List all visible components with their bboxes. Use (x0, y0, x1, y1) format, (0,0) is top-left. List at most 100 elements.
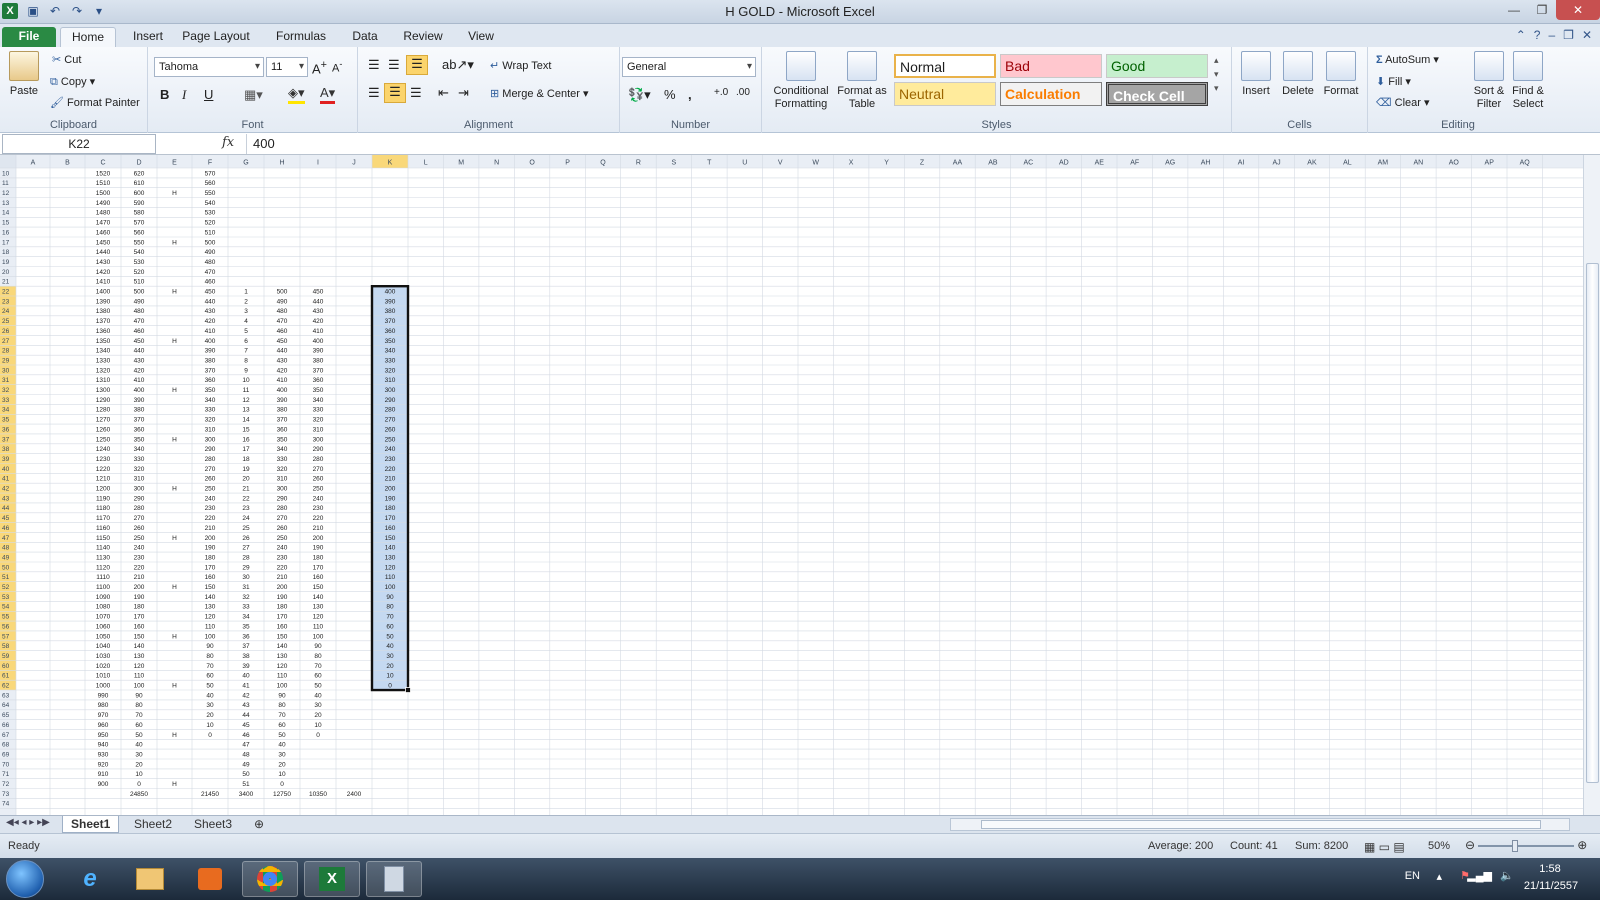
network-icon[interactable]: ▂▄▆ (1467, 869, 1492, 882)
cell-k32[interactable]: 300 (385, 387, 396, 394)
cell-k41[interactable]: 210 (385, 476, 396, 483)
cell-i61[interactable]: 60 (314, 673, 322, 680)
cell-f55[interactable]: 120 (205, 614, 216, 621)
row-header[interactable]: 35 (2, 417, 10, 424)
cell-i28[interactable]: 390 (313, 348, 324, 355)
row-header[interactable]: 31 (2, 377, 10, 384)
cell-c60[interactable]: 1020 (96, 663, 111, 670)
row-header[interactable]: 17 (2, 239, 10, 246)
cell-h32[interactable]: 400 (277, 387, 288, 394)
cell-c12[interactable]: 1500 (96, 190, 111, 197)
row-header[interactable]: 42 (2, 486, 10, 493)
cell-e72[interactable]: H (172, 781, 177, 788)
tab-data[interactable]: Data (344, 27, 386, 47)
row-header[interactable]: 21 (2, 279, 10, 286)
increase-decimal-icon[interactable]: +.0 (714, 87, 728, 98)
column-header-l[interactable]: L (424, 160, 428, 167)
cell-d59[interactable]: 130 (134, 653, 145, 660)
cell-f56[interactable]: 110 (205, 623, 216, 630)
cell-h34[interactable]: 380 (277, 407, 288, 414)
cell-g44[interactable]: 23 (242, 505, 250, 512)
align-left-icon[interactable]: ☰ (368, 85, 380, 101)
cell-k51[interactable]: 110 (385, 574, 396, 581)
cell-g69[interactable]: 48 (242, 751, 250, 758)
row-header[interactable]: 51 (2, 574, 10, 581)
cell-k47[interactable]: 150 (385, 535, 396, 542)
cell-d37[interactable]: 350 (134, 436, 145, 443)
cell-f39[interactable]: 280 (205, 456, 216, 463)
cell-k24[interactable]: 380 (385, 308, 396, 315)
cell-i63[interactable]: 40 (314, 692, 322, 699)
cell-k22[interactable]: 400 (385, 289, 396, 296)
cell-g42[interactable]: 21 (242, 486, 250, 493)
cell-i31[interactable]: 360 (313, 377, 324, 384)
cell-g26[interactable]: 5 (244, 328, 248, 335)
sheet-tab-1[interactable]: Sheet1 (62, 816, 120, 833)
cell-c19[interactable]: 1430 (96, 259, 111, 266)
cell-g41[interactable]: 20 (242, 476, 250, 483)
cell-k50[interactable]: 120 (385, 564, 396, 571)
orientation-icon[interactable]: ab↗▾ (442, 57, 474, 73)
row-header[interactable]: 60 (2, 663, 10, 670)
cell-f35[interactable]: 320 (205, 417, 216, 424)
cell-d39[interactable]: 330 (134, 456, 145, 463)
cell-i73[interactable]: 10350 (309, 791, 327, 798)
cell-k56[interactable]: 60 (386, 623, 394, 630)
column-header-h[interactable]: H (279, 160, 284, 167)
cell-k37[interactable]: 250 (385, 436, 396, 443)
cell-f33[interactable]: 340 (205, 397, 216, 404)
cell-f60[interactable]: 70 (206, 663, 214, 670)
column-header-aq[interactable]: AQ (1520, 160, 1531, 167)
cell-d65[interactable]: 70 (135, 712, 143, 719)
cell-c31[interactable]: 1310 (96, 377, 111, 384)
style-good[interactable]: Good (1106, 54, 1208, 78)
cell-c20[interactable]: 1420 (96, 269, 111, 276)
cell-k28[interactable]: 340 (385, 348, 396, 355)
cell-c44[interactable]: 1180 (96, 505, 110, 512)
style-calculation[interactable]: Calculation (1000, 82, 1102, 106)
cell-g67[interactable]: 46 (242, 732, 250, 739)
cell-k52[interactable]: 100 (385, 584, 396, 591)
cell-g63[interactable]: 42 (242, 692, 250, 699)
cell-e12[interactable]: H (172, 190, 177, 197)
delete-cells-button[interactable]: Delete (1278, 51, 1318, 98)
align-right-icon[interactable]: ☰ (410, 85, 422, 101)
column-header-u[interactable]: U (742, 160, 747, 167)
row-header[interactable]: 49 (2, 554, 10, 561)
cell-c41[interactable]: 1210 (96, 476, 111, 483)
cell-k62[interactable]: 0 (388, 683, 392, 690)
cell-i66[interactable]: 10 (314, 722, 322, 729)
vertical-scroll-thumb[interactable] (1586, 263, 1599, 783)
cell-d27[interactable]: 450 (134, 338, 145, 345)
bold-button[interactable]: B (160, 87, 169, 102)
cell-d49[interactable]: 230 (134, 554, 145, 561)
row-header[interactable]: 56 (2, 623, 10, 630)
cell-c32[interactable]: 1300 (96, 387, 111, 394)
cell-c29[interactable]: 1330 (96, 357, 111, 364)
row-header[interactable]: 33 (2, 397, 10, 404)
row-header[interactable]: 53 (2, 594, 10, 601)
cell-f20[interactable]: 470 (205, 269, 216, 276)
row-header[interactable]: 73 (2, 791, 10, 798)
row-header[interactable]: 30 (2, 367, 10, 374)
cell-h40[interactable]: 320 (277, 466, 288, 473)
cell-i32[interactable]: 350 (313, 387, 324, 394)
cell-d17[interactable]: 550 (134, 239, 145, 246)
cell-c10[interactable]: 1520 (96, 170, 111, 177)
cell-g52[interactable]: 31 (242, 584, 250, 591)
cell-c61[interactable]: 1010 (96, 673, 111, 680)
cell-d36[interactable]: 360 (134, 426, 145, 433)
row-header[interactable]: 37 (2, 436, 10, 443)
column-header-g[interactable]: G (243, 160, 248, 167)
cell-i53[interactable]: 140 (313, 594, 324, 601)
cell-k46[interactable]: 160 (385, 525, 396, 532)
cell-c18[interactable]: 1440 (96, 249, 111, 256)
row-header[interactable]: 24 (2, 308, 10, 315)
row-header[interactable]: 29 (2, 357, 10, 364)
internet-explorer-icon[interactable]: e (62, 861, 118, 897)
cell-g53[interactable]: 32 (242, 594, 250, 601)
doc-restore-icon[interactable]: ❐ (1563, 28, 1574, 42)
cell-i46[interactable]: 210 (313, 525, 324, 532)
cell-c54[interactable]: 1080 (96, 604, 111, 611)
cell-c66[interactable]: 960 (98, 722, 109, 729)
